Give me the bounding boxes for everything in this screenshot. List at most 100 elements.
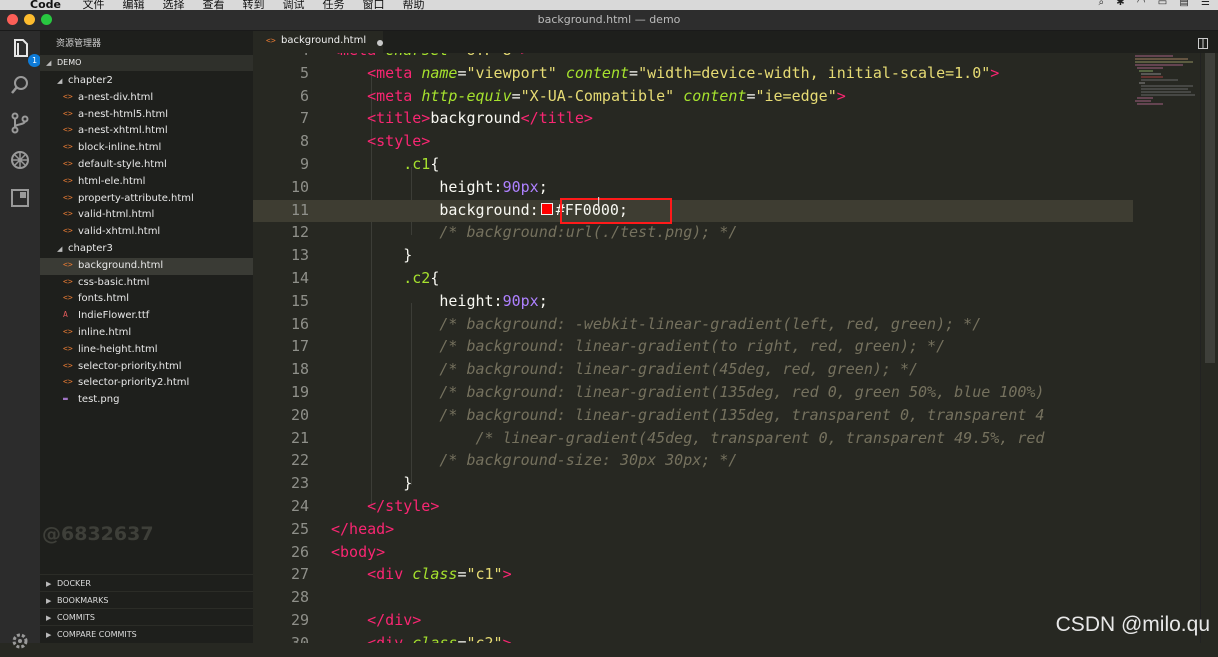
code-line[interactable]: 12 /* background:url(./test.png); */ (253, 222, 1133, 245)
panel-docker[interactable]: ▶ DOCKER (40, 574, 253, 592)
file-item[interactable]: <> a-nest-div.html (40, 90, 253, 107)
code-token: height: (331, 291, 503, 310)
code-line[interactable]: 23 } (253, 473, 1133, 496)
code-line[interactable]: 4 <meta charset="UTF-8"> (253, 53, 1133, 63)
code-line[interactable]: 14 .c2{ (253, 268, 1133, 291)
file-item[interactable]: <> valid-xhtml.html (40, 224, 253, 241)
code-line[interactable]: 30 <div class="c2"> (253, 633, 1133, 643)
code-line[interactable]: 11 background: #FF0000; (253, 199, 1133, 223)
code-line[interactable]: 27 <div class="c1"> (253, 564, 1133, 587)
code-line[interactable]: 15 height:90px; (253, 291, 1133, 314)
code-token: content (683, 86, 747, 105)
file-item[interactable]: <> selector-priority.html (40, 359, 253, 376)
code-line[interactable]: 28 (253, 587, 1133, 610)
file-item[interactable]: <> block-inline.html (40, 140, 253, 157)
file-item[interactable]: <> css-basic.html (40, 275, 253, 292)
menu-item[interactable]: 转到 (242, 0, 264, 10)
code-line[interactable]: 10 height:90px; (253, 177, 1133, 200)
code-line[interactable]: 29 </div> (253, 610, 1133, 633)
menu-app-name[interactable]: Code (30, 0, 61, 10)
wifi-icon[interactable]: ◠ (1137, 0, 1146, 8)
code-line[interactable]: 26 <body> (253, 542, 1133, 565)
panel-compare-commits[interactable]: ▶ COMPARE COMMITS (40, 625, 253, 643)
vertical-scrollbar[interactable] (1200, 53, 1218, 643)
code-line[interactable]: 24 </style> (253, 496, 1133, 519)
code-line[interactable]: 8 <style> (253, 131, 1133, 154)
menu-item[interactable]: 编辑 (122, 0, 144, 10)
bluetooth-icon[interactable]: ✱ (1116, 0, 1124, 8)
code-text: <div class="c1"> (331, 565, 512, 583)
code-line[interactable]: 19 /* background: linear-gradient(135deg… (253, 382, 1133, 405)
file-item[interactable]: <> selector-priority2.html (40, 375, 253, 392)
settings-gear-icon[interactable] (8, 629, 32, 653)
file-item[interactable]: A IndieFlower.ttf (40, 308, 253, 325)
source-control-icon[interactable] (8, 111, 32, 135)
code-line[interactable]: 16 /* background: -webkit-linear-gradien… (253, 314, 1133, 337)
code-line[interactable]: 22 /* background-size: 30px 30px; */ (253, 450, 1133, 473)
code-text: .c2{ (331, 269, 439, 287)
file-item[interactable]: <> line-height.html (40, 342, 253, 359)
file-item[interactable]: <> property-attribute.html (40, 191, 253, 208)
code-token: background (430, 109, 521, 128)
file-item[interactable]: <> valid-html.html (40, 207, 253, 224)
panel-bookmarks[interactable]: ▶ BOOKMARKS (40, 591, 253, 609)
code-text: /* background: linear-gradient(to right,… (331, 337, 945, 355)
folder-chapter2[interactable]: ◢ chapter2 (40, 73, 253, 90)
extensions-icon[interactable] (8, 186, 32, 210)
panel-label: COMPARE COMMITS (57, 630, 137, 639)
file-item[interactable]: <> fonts.html (40, 291, 253, 308)
scrollbar-thumb[interactable] (1205, 53, 1215, 363)
code-token: charset (385, 53, 448, 59)
flag-icon[interactable]: ▤ (1179, 0, 1188, 8)
code-line[interactable]: 25 </head> (253, 519, 1133, 542)
code-line[interactable]: 9 .c1{ (253, 154, 1133, 177)
code-line[interactable]: 21 /* linear-gradient(45deg, transparent… (253, 428, 1133, 451)
debug-icon[interactable] (8, 148, 32, 172)
unsaved-dot-icon[interactable] (377, 40, 383, 46)
explorer-section-demo[interactable]: ◢ DEMO (40, 55, 253, 71)
panel-commits[interactable]: ▶ COMMITS (40, 608, 253, 626)
file-item[interactable]: ▬ test.png (40, 392, 253, 409)
code-line[interactable]: 17 /* background: linear-gradient(to rig… (253, 336, 1133, 359)
code-editor[interactable]: 4<meta charset="UTF-8">5 <meta name="vie… (253, 53, 1133, 643)
search-icon[interactable]: ⌕ (1098, 0, 1104, 8)
menu-item[interactable]: 文件 (82, 0, 104, 10)
menu-item[interactable]: 任务 (322, 0, 344, 10)
code-token: = (511, 86, 521, 105)
menu-item[interactable]: 帮助 (402, 0, 424, 10)
code-text: <title>background</title> (331, 109, 593, 127)
menu-item[interactable]: 调试 (282, 0, 304, 10)
minimap[interactable] (1133, 53, 1200, 643)
chevron-right-icon: ▶ (46, 631, 52, 639)
file-item[interactable]: <> html-ele.html (40, 174, 253, 191)
code-line[interactable]: 20 /* background: linear-gradient(135deg… (253, 405, 1133, 428)
search-icon[interactable] (8, 73, 32, 97)
tab-background-html[interactable]: <> background.html (253, 31, 383, 53)
code-line[interactable]: 6 <meta http-equiv="X-UA-Compatible" con… (253, 86, 1133, 109)
file-item[interactable]: <> default-style.html (40, 157, 253, 174)
folder-chapter3[interactable]: ◢ chapter3 (40, 241, 253, 258)
html-file-icon: <> (63, 209, 73, 219)
code-line[interactable]: 18 /* background: linear-gradient(45deg,… (253, 359, 1133, 382)
file-item[interactable]: <> a-nest-xhtml.html (40, 123, 253, 140)
folder-label: chapter2 (68, 75, 113, 86)
list-icon[interactable]: ☰ (1201, 0, 1210, 8)
menu-item[interactable]: 查看 (202, 0, 224, 10)
line-number: 8 (299, 132, 309, 151)
code-line[interactable]: 7 <title>background</title> (253, 108, 1133, 131)
code-text: <style> (331, 132, 430, 150)
file-item[interactable]: <> a-nest-html5.html (40, 107, 253, 124)
menu-item[interactable]: 窗口 (362, 0, 384, 10)
split-editor-icon[interactable] (1198, 35, 1208, 49)
color-swatch-icon[interactable] (540, 202, 553, 215)
code-line[interactable]: 13 } (253, 245, 1133, 268)
file-item[interactable]: <> inline.html (40, 325, 253, 342)
explorer-icon[interactable]: 1 (8, 37, 41, 67)
menu-item[interactable]: 选择 (162, 0, 184, 10)
file-item[interactable]: <> background.html (40, 257, 253, 275)
code-token: { (430, 269, 440, 287)
battery-icon[interactable]: ▭ (1158, 0, 1167, 8)
code-line[interactable]: 5 <meta name="viewport" content="width=d… (253, 63, 1133, 86)
